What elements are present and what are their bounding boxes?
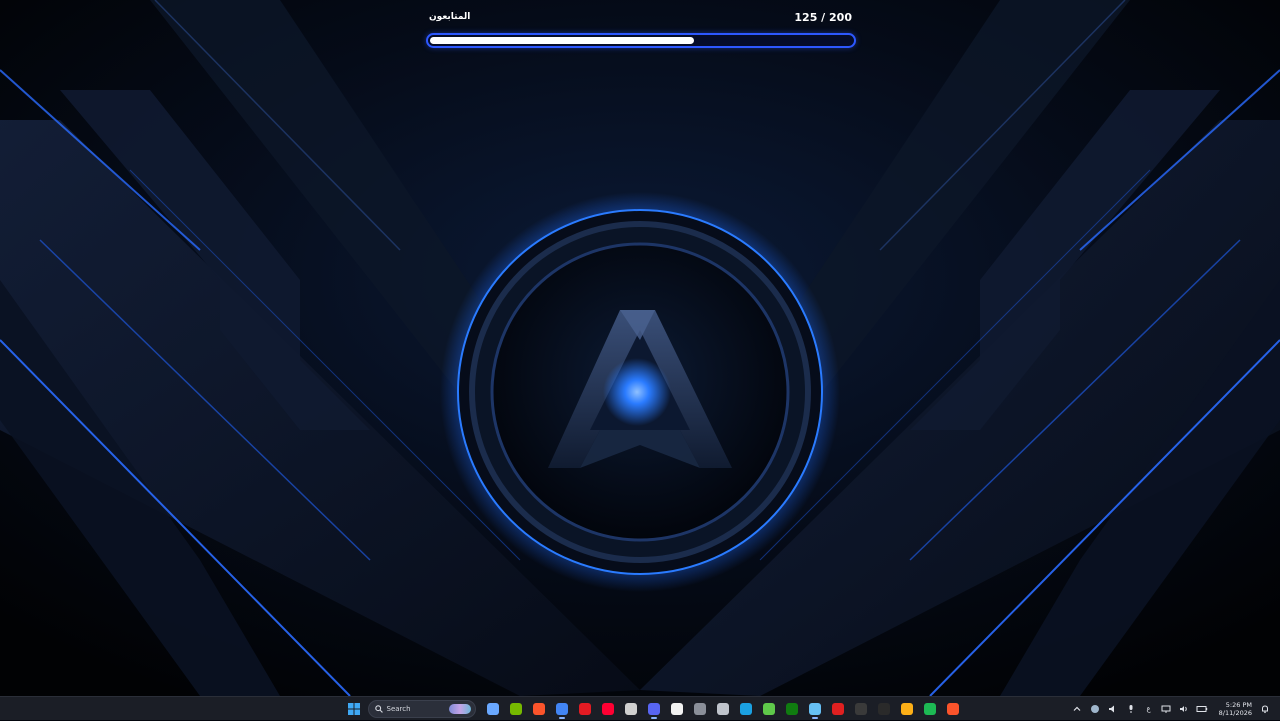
taskbar-app-settings[interactable] [713, 699, 733, 719]
search-highlight-image [448, 704, 471, 714]
taskbar-search[interactable]: Search [367, 700, 476, 718]
follower-label: المتابعون [429, 12, 471, 22]
volume-icon[interactable] [1177, 702, 1191, 716]
taskbar-app-obs[interactable] [621, 699, 641, 719]
clock-date: 8/11/2026 [1218, 709, 1252, 717]
taskbar-app-red-circle[interactable] [828, 699, 848, 719]
clock-time: 5:26 PM [1225, 701, 1252, 709]
taskbar-app-red-app[interactable] [575, 699, 595, 719]
taskbar-app-youtube-music[interactable] [598, 699, 618, 719]
speaker-icon[interactable] [1106, 702, 1120, 716]
follower-count: 125 / 200 [794, 11, 852, 24]
rockstar-icon [901, 703, 913, 715]
taskbar-app-tool[interactable] [690, 699, 710, 719]
nvidia-icon [510, 703, 522, 715]
battery-icon[interactable] [1195, 702, 1209, 716]
a-logo-icon [878, 703, 890, 715]
network-icon[interactable] [1159, 702, 1173, 716]
chrome-icon [556, 703, 568, 715]
steam-tray-icon[interactable] [1088, 702, 1102, 716]
red-circle-icon [832, 703, 844, 715]
wallpaper [0, 0, 1280, 696]
taskbar-apps: Search [342, 699, 965, 719]
red-app-icon [579, 703, 591, 715]
youtube-music-icon [602, 703, 614, 715]
spotify-icon [924, 703, 936, 715]
follower-progress-track [426, 33, 856, 48]
microphone-icon[interactable] [1124, 702, 1138, 716]
terminal-icon [855, 703, 867, 715]
emblem [440, 192, 840, 592]
follower-progress-fill [430, 37, 694, 44]
settings-icon [717, 703, 729, 715]
search-placeholder: Search [386, 705, 411, 713]
taskbar-app-a-logo[interactable] [874, 699, 894, 719]
edge-icon [740, 703, 752, 715]
copilot-icon [487, 703, 499, 715]
xbox-icon [786, 703, 798, 715]
taskbar-app-rockstar[interactable] [897, 699, 917, 719]
taskbar-app-bluestacks[interactable] [759, 699, 779, 719]
start-button[interactable] [344, 699, 364, 719]
taskbar-app-steam[interactable] [805, 699, 825, 719]
taskbar: Search ع 5:26 PM 8/11/2026 [0, 696, 1280, 720]
taskbar-app-brave[interactable] [529, 699, 549, 719]
input-language[interactable]: ع [1146, 705, 1150, 713]
taskbar-app-spotify[interactable] [920, 699, 940, 719]
system-tray: ع 5:26 PM 8/11/2026 [1068, 697, 1274, 721]
steam-icon [809, 703, 821, 715]
follower-goal-widget: المتابعون 125 / 200 [426, 8, 856, 50]
clock[interactable]: 5:26 PM 8/11/2026 [1219, 701, 1252, 717]
taskbar-app-discord[interactable] [644, 699, 664, 719]
taskbar-app-copilot[interactable] [483, 699, 503, 719]
discord-icon [648, 703, 660, 715]
taskbar-app-edge[interactable] [736, 699, 756, 719]
search-icon [374, 705, 383, 713]
taskbar-app-brave-2[interactable] [943, 699, 963, 719]
obs-icon [625, 703, 637, 715]
taskbar-app-xbox[interactable] [782, 699, 802, 719]
tool-icon [694, 703, 706, 715]
bluestacks-icon [763, 703, 775, 715]
brave-icon [533, 703, 545, 715]
taskbar-app-nvidia[interactable] [506, 699, 526, 719]
windows-icon [347, 703, 360, 715]
taskbar-app-terminal[interactable] [851, 699, 871, 719]
taskbar-app-chrome[interactable] [552, 699, 572, 719]
taskbar-app-notepad[interactable] [667, 699, 687, 719]
notepad-icon [671, 703, 683, 715]
chevron-up-icon[interactable] [1070, 702, 1084, 716]
desktop: المتابعون 125 / 200 [0, 0, 1280, 696]
pinned-apps [482, 699, 965, 719]
brave-icon-2 [947, 703, 959, 715]
notification-bell-icon[interactable] [1258, 702, 1272, 716]
